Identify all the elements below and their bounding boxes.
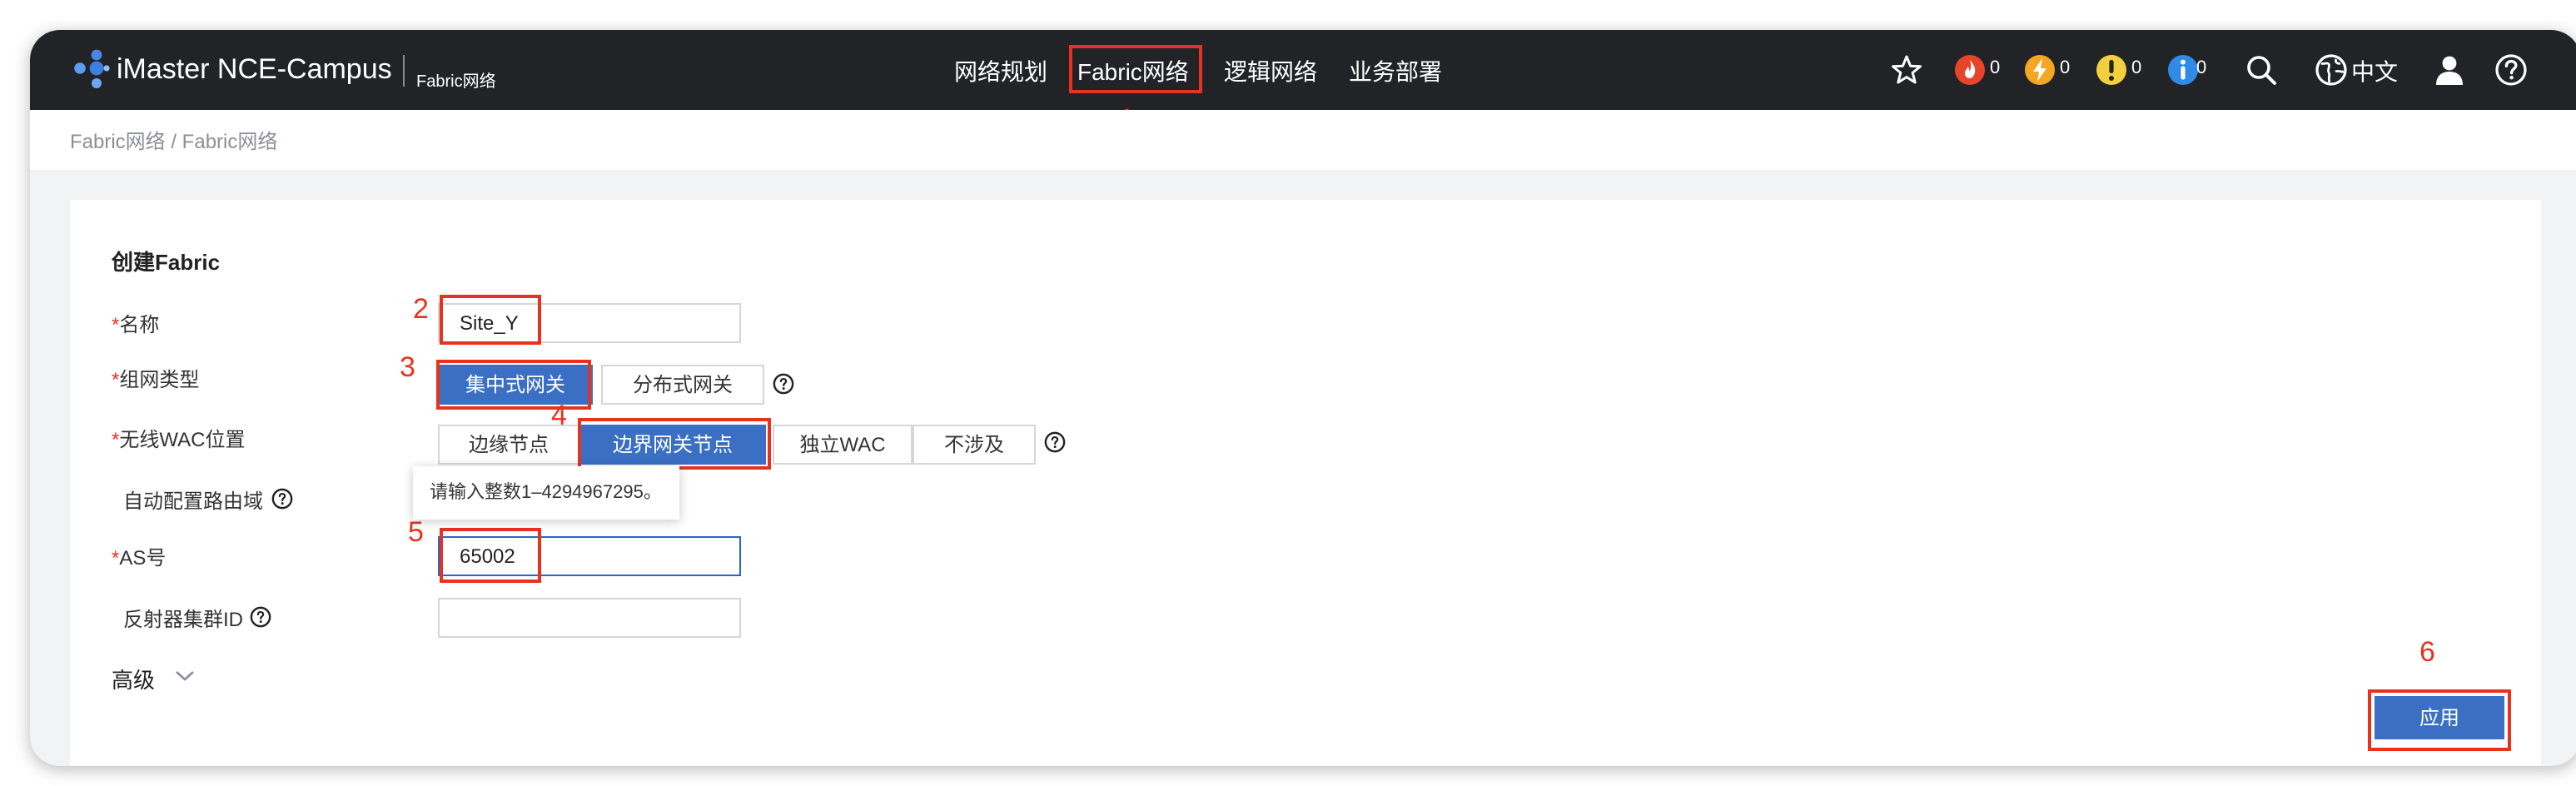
- nav-logical-network[interactable]: 逻辑网络: [1224, 55, 1317, 88]
- wac-location-label-text: 无线WAC位置: [119, 428, 246, 451]
- required-mark: *: [112, 368, 120, 391]
- wac-location-label: *无线WAC位置: [112, 425, 245, 453]
- search-icon[interactable]: [2243, 52, 2280, 88]
- annotation-marker-4: 4: [551, 400, 567, 431]
- wac-help-icon[interactable]: [1044, 431, 1066, 453]
- network-type-distributed-gateway[interactable]: 分布式网关: [601, 365, 764, 405]
- language-selector[interactable]: 中文: [2351, 55, 2398, 88]
- auto-route-help-icon[interactable]: [271, 488, 293, 510]
- annotation-marker-2: 2: [413, 293, 429, 325]
- required-mark: *: [112, 428, 120, 451]
- nav-fabric-network[interactable]: Fabric网络: [1077, 55, 1189, 88]
- required-mark: *: [112, 546, 120, 570]
- panel-title: 创建Fabric: [112, 250, 221, 275]
- create-fabric-panel: 创建Fabric *名称 Site_Y 2 *组网类型 集中式网关 分布式网关 …: [70, 200, 2541, 766]
- as-number-input[interactable]: 65002: [438, 536, 741, 576]
- required-mark: *: [112, 313, 120, 336]
- minor-alarm-count: 0: [2131, 58, 2142, 78]
- annotation-marker-6: 6: [2419, 636, 2435, 668]
- name-input[interactable]: Site_Y: [438, 303, 741, 343]
- annotation-marker-3: 3: [400, 351, 415, 383]
- reflector-cluster-id-input[interactable]: [438, 598, 741, 638]
- reflector-cluster-id-label-text: 反射器集群ID: [123, 608, 244, 631]
- auto-route-domain-label-text: 自动配置路由域: [123, 490, 264, 513]
- breadcrumb[interactable]: Fabric网络 / Fabric网络: [70, 127, 277, 155]
- network-type-label-text: 组网类型: [119, 368, 200, 391]
- globe-icon[interactable]: [2313, 52, 2350, 88]
- advanced-toggle[interactable]: 高级: [112, 663, 194, 694]
- major-alarm-icon[interactable]: [2022, 52, 2058, 88]
- brand-divider: [403, 55, 405, 87]
- network-type-centralized-gateway[interactable]: 集中式网关: [438, 365, 593, 405]
- nav-network-planning[interactable]: 网络规划: [954, 55, 1047, 88]
- help-icon[interactable]: [2493, 52, 2529, 88]
- auto-route-domain-label: 自动配置路由域: [123, 486, 263, 515]
- nav-service-deployment[interactable]: 业务部署: [1349, 55, 1442, 88]
- minor-alarm-icon[interactable]: [2093, 52, 2130, 88]
- top-bar: iMaster NCE-Campus Fabric网络 网络规划 Fabric网…: [30, 30, 2576, 110]
- advanced-label: 高级: [112, 668, 156, 693]
- network-type-label: *组网类型: [112, 365, 199, 393]
- nce-logo-icon: [74, 49, 110, 88]
- info-alarm-count: 0: [2196, 58, 2207, 78]
- reflector-help-icon[interactable]: [250, 606, 271, 628]
- breadcrumb-bar: Fabric网络 / Fabric网络: [30, 110, 2576, 170]
- favorite-star-icon[interactable]: [1888, 52, 1925, 88]
- brand-name: iMaster NCE-Campus: [117, 53, 392, 85]
- major-alarm-count: 0: [2060, 58, 2071, 78]
- critical-alarm-count: 0: [1990, 58, 2001, 78]
- chevron-down-icon: [176, 671, 194, 681]
- as-range-tooltip: 请输入整数1–4294967295。: [413, 466, 679, 520]
- brand-subtitle: Fabric网络: [416, 73, 496, 92]
- critical-alarm-icon[interactable]: [1952, 52, 1988, 88]
- apply-button[interactable]: 应用: [2375, 696, 2504, 739]
- as-number-label-text: AS号: [119, 546, 167, 570]
- name-label: *名称: [112, 310, 159, 338]
- reflector-cluster-id-label: 反射器集群ID: [123, 604, 243, 633]
- annotation-marker-5: 5: [408, 516, 424, 548]
- network-type-help-icon[interactable]: [773, 373, 794, 395]
- wac-option-border-gateway-node[interactable]: 边界网关节点: [579, 425, 766, 465]
- user-icon[interactable]: [2431, 52, 2468, 88]
- name-label-text: 名称: [119, 313, 160, 336]
- app-window: iMaster NCE-Campus Fabric网络 网络规划 Fabric网…: [30, 30, 2576, 766]
- as-number-label: *AS号: [112, 543, 166, 571]
- wac-option-not-involved[interactable]: 不涉及: [913, 425, 1036, 465]
- wac-option-standalone-wac[interactable]: 独立WAC: [773, 425, 913, 465]
